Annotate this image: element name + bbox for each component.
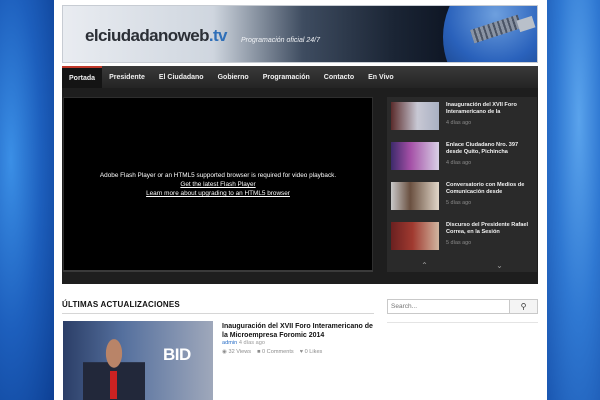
player-progress-bar[interactable] (63, 270, 373, 272)
post-comments[interactable]: ■ 0 Comments (257, 349, 294, 355)
site-tagline: Programación oficial 24/7 (241, 37, 320, 44)
search-input[interactable] (387, 299, 510, 314)
post-likes[interactable]: ♥ 0 Likes (300, 349, 323, 355)
background-left (0, 0, 54, 400)
post-author-link[interactable]: admin (222, 340, 237, 346)
post-views: ◉ 32 Views (222, 349, 251, 355)
nav-item-presidente[interactable]: Presidente (102, 66, 152, 88)
eye-icon: ◉ (222, 349, 227, 355)
post-meta: admin 4 días ago (222, 340, 265, 346)
playlist-item-time: 5 días ago (446, 240, 472, 246)
post-title-link[interactable]: Inauguración del XVII Foro Interamerican… (222, 322, 376, 340)
nav-item-portada[interactable]: Portada (62, 66, 103, 88)
logo-suffix-text: .tv (208, 26, 228, 45)
player-message: Adobe Flash Player or an HTML5 supported… (99, 172, 337, 179)
comment-icon: ■ (257, 349, 261, 355)
search-button[interactable]: ⚲ (510, 299, 538, 314)
heart-icon: ♥ (299, 349, 304, 355)
post-thumbnail[interactable]: BID (63, 321, 213, 400)
post-date: 4 días ago (238, 340, 265, 346)
playlist-item[interactable]: Discurso del Presidente Rafael Correa, e… (391, 222, 535, 254)
latest-updates-heading: ÚLTIMAS ACTUALIZACIONES (62, 300, 180, 309)
chevron-down-icon[interactable]: ⌄ (496, 261, 503, 270)
playlist-item[interactable]: Enlace Ciudadano Nro. 397 desde Quito, P… (391, 142, 535, 174)
thumbnail-person-tie (110, 371, 117, 399)
html5-upgrade-link[interactable]: Learn more about upgrading to an HTML5 b… (146, 189, 290, 198)
header-banner[interactable]: elciudadanoweb.tv Programación oficial 2… (62, 5, 538, 63)
playlist-scroll-controls: ⌃ ⌄ (387, 259, 537, 271)
search-icon: ⚲ (520, 302, 527, 311)
playlist-item-title[interactable]: Conversatorio con Medios de Comunicación… (446, 182, 534, 196)
background-right (547, 0, 600, 400)
video-player[interactable]: Adobe Flash Player or an HTML5 supported… (63, 97, 373, 272)
playlist-item-time: 4 días ago (446, 120, 472, 126)
post-stats: ◉ 32 Views ■ 0 Comments ♥ 0 Likes (222, 349, 322, 355)
playlist-item-title[interactable]: Enlace Ciudadano Nro. 397 desde Quito, P… (446, 142, 534, 156)
playlist-thumbnail[interactable] (391, 142, 439, 170)
playlist-item[interactable]: Inauguración del XVII Foro Interamerican… (391, 102, 535, 134)
nav-item-gobierno[interactable]: Gobierno (211, 66, 256, 88)
nav-item-contacto[interactable]: Contacto (317, 66, 361, 88)
post-comments-count: 0 Comments (262, 349, 294, 355)
page-container: elciudadanoweb.tv Programación oficial 2… (54, 0, 547, 400)
main-nav: Portada Presidente El Ciudadano Gobierno… (62, 66, 538, 88)
logo-main-text: elciudadanoweb (85, 26, 209, 45)
section-divider (62, 313, 374, 314)
thumbnail-logo-text: BID (163, 345, 191, 364)
playlist-thumbnail[interactable] (391, 102, 439, 130)
playlist-thumbnail[interactable] (391, 222, 439, 250)
playlist-item[interactable]: Conversatorio con Medios de Comunicación… (391, 182, 535, 214)
post-likes-count: 0 Likes (304, 349, 323, 355)
flash-download-link[interactable]: Get the latest Flash Player (180, 180, 255, 189)
post-views-count: 32 Views (228, 349, 252, 355)
playlist-item-time: 4 días ago (446, 160, 472, 166)
site-logo[interactable]: elciudadanoweb.tv (85, 26, 228, 46)
nav-item-programacion[interactable]: Programación (256, 66, 317, 88)
nav-item-en-vivo[interactable]: En Vivo (361, 66, 401, 88)
search-form: ⚲ (387, 299, 538, 314)
video-playlist: Inauguración del XVII Foro Interamerican… (387, 97, 537, 272)
playlist-thumbnail[interactable] (391, 182, 439, 210)
playlist-item-title[interactable]: Discurso del Presidente Rafael Correa, e… (446, 222, 534, 236)
playlist-item-title[interactable]: Inauguración del XVII Foro Interamerican… (446, 102, 534, 116)
featured-video-area: Adobe Flash Player or an HTML5 supported… (62, 88, 538, 284)
nav-item-el-ciudadano[interactable]: El Ciudadano (152, 66, 211, 88)
chevron-up-icon[interactable]: ⌃ (421, 261, 428, 270)
playlist-item-time: 5 días ago (446, 200, 472, 206)
sidebar-divider (387, 322, 538, 323)
